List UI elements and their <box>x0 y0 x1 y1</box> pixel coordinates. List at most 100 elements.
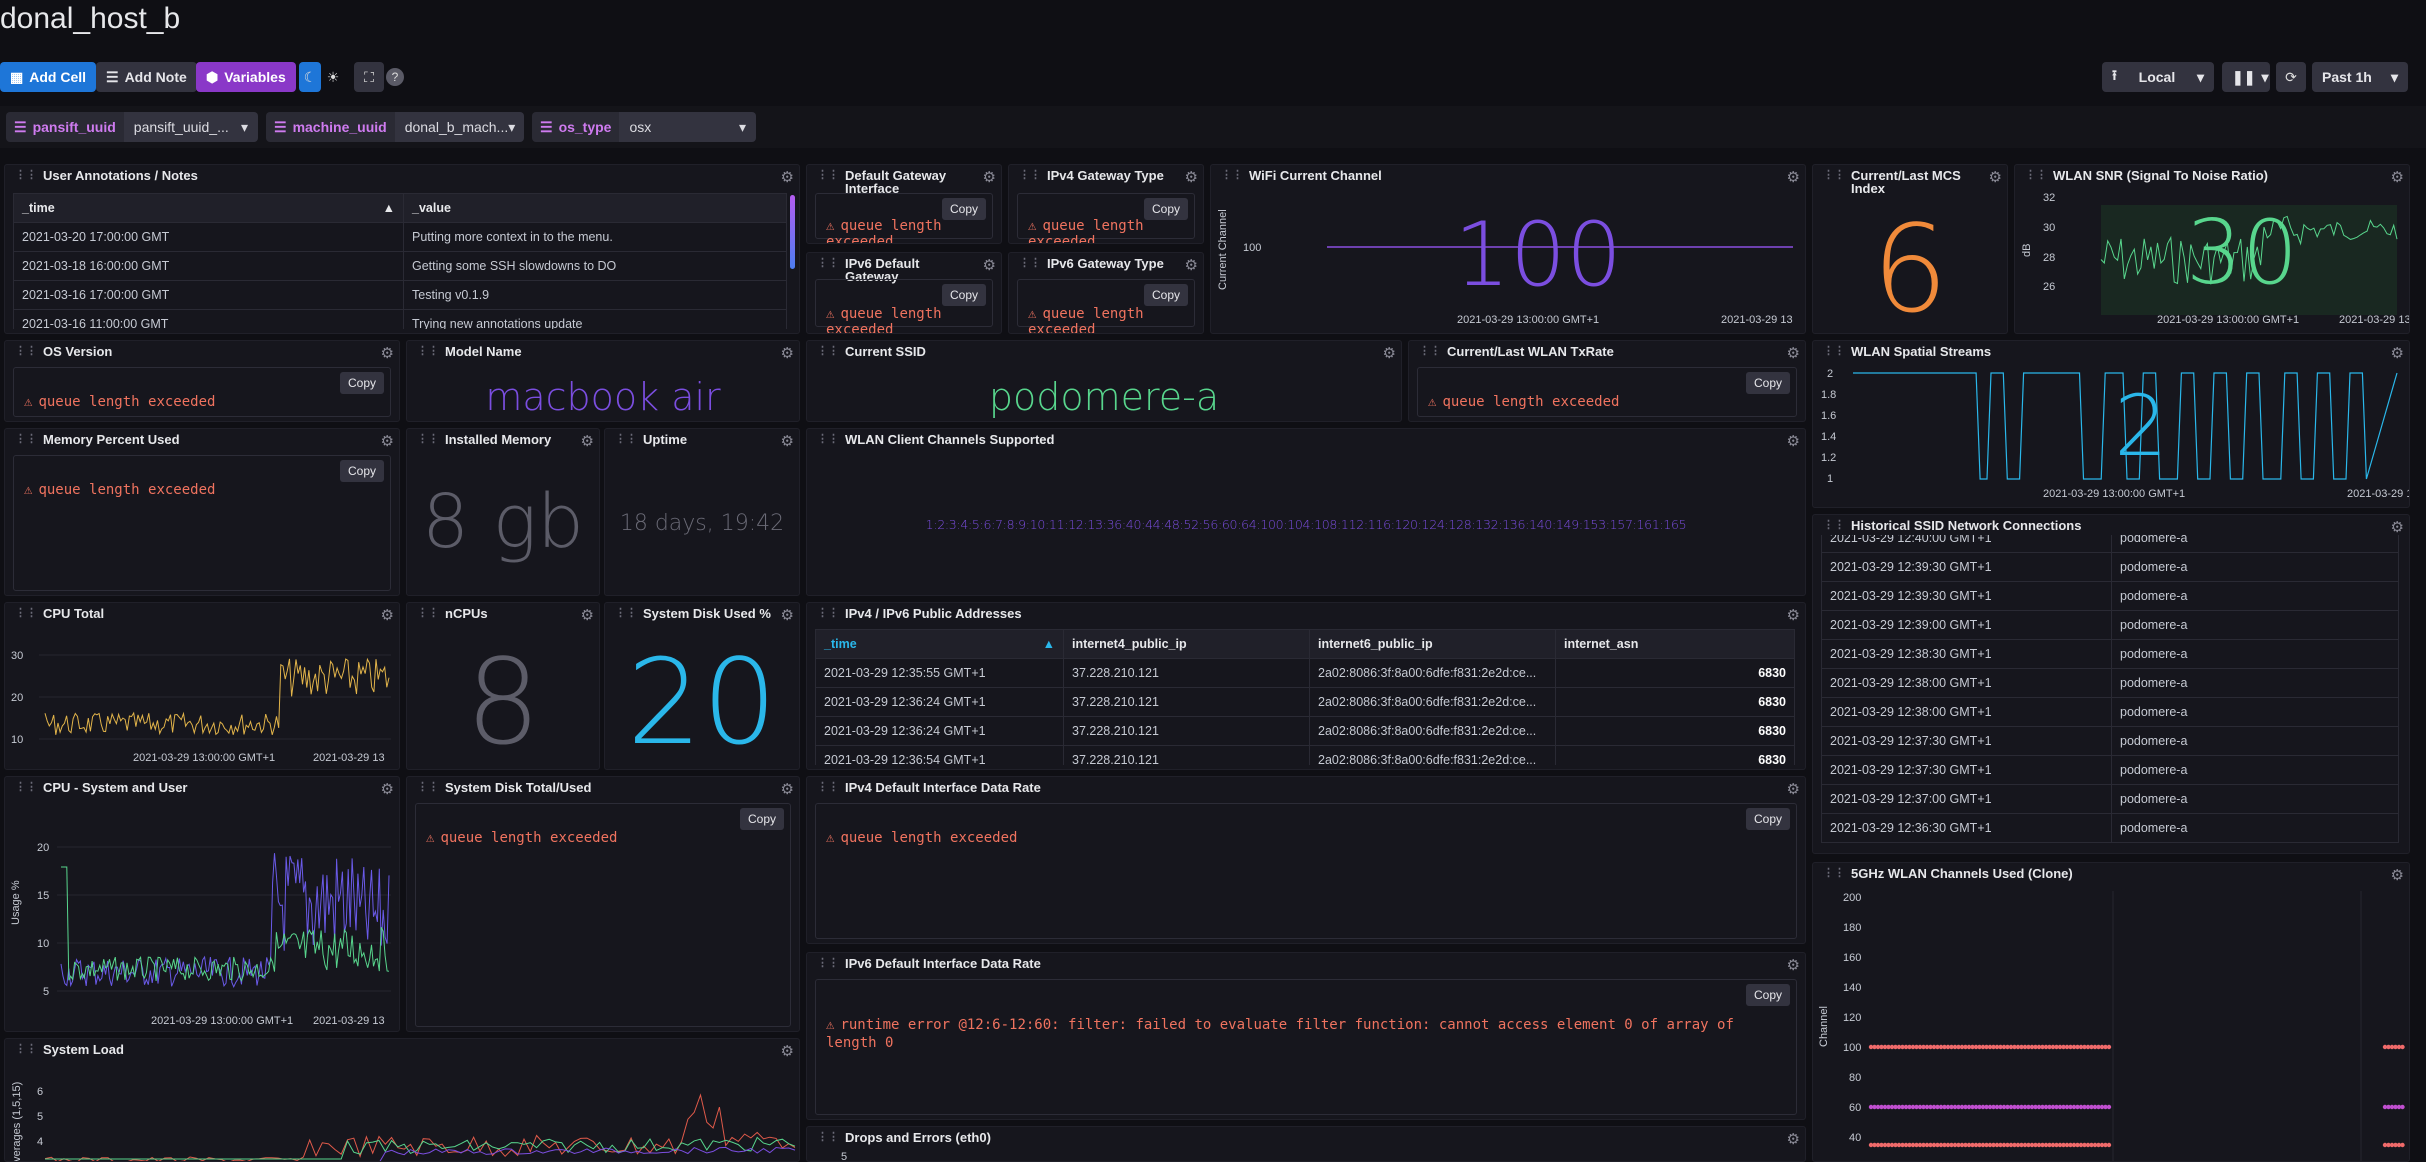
presentation-mode-button[interactable]: ⛶ <box>354 62 384 92</box>
public-addresses-table-wrapper[interactable]: _time ▲ internet4_public_ip internet6_pub… <box>815 629 1795 765</box>
gear-icon[interactable]: ⚙ <box>1787 956 1800 974</box>
gear-icon[interactable]: ⚙ <box>381 344 394 362</box>
table-cell: 2021-03-18 16:00:00 GMT <box>13 251 404 281</box>
warning-icon: ⚠ <box>24 482 33 498</box>
variable-value-dropdown[interactable]: pansift_uuid_... ▾ <box>123 112 258 142</box>
gear-icon[interactable]: ⚙ <box>1383 344 1396 362</box>
cell-wifi-current-channel: ⋮⋮ WiFi Current Channel ⚙ Current Channel… <box>1210 164 1806 334</box>
drag-handle-icon[interactable]: ⋮⋮ <box>417 781 439 794</box>
gear-icon[interactable]: ⚙ <box>983 168 996 186</box>
add-cell-button[interactable]: ▦ Add Cell <box>0 62 97 92</box>
gear-icon[interactable]: ⚙ <box>1185 168 1198 186</box>
gear-icon[interactable]: ⚙ <box>781 344 794 362</box>
column-header-time[interactable]: _time ▲ <box>13 193 404 223</box>
refresh-button[interactable]: ⟳ <box>2276 62 2306 92</box>
drag-handle-icon[interactable]: ⋮⋮ <box>817 607 839 620</box>
drag-handle-icon[interactable]: ⋮⋮ <box>817 169 839 195</box>
copy-button[interactable]: Copy <box>339 372 384 394</box>
column-header-time[interactable]: _time ▲ <box>815 629 1064 659</box>
variable-value: osx <box>629 119 652 135</box>
variable-pansift-uuid[interactable]: ☰ pansift_uuid pansift_uuid_... ▾ <box>6 112 258 142</box>
variable-machine-uuid[interactable]: ☰ machine_uuid donal_b_mach... ▾ <box>266 112 524 142</box>
copy-button[interactable]: Copy <box>739 808 784 830</box>
timezone-dropdown[interactable]: ⭱ Local ▾ <box>2102 62 2214 92</box>
copy-button[interactable]: Copy <box>339 460 384 482</box>
time-range-dropdown[interactable]: Past 1h ▾ <box>2312 62 2408 92</box>
gear-icon[interactable]: ⚙ <box>1185 256 1198 274</box>
dark-mode-toggle[interactable]: ☾ <box>299 62 321 92</box>
gear-icon[interactable]: ⚙ <box>1989 168 2002 186</box>
drag-handle-icon[interactable]: ⋮⋮ <box>817 345 839 358</box>
drag-handle-icon[interactable]: ⋮⋮ <box>1823 169 1845 195</box>
cell-default-gateway-interface: ⋮⋮ Default Gateway Interface ⚙ Copy ⚠ queue… <box>806 164 1002 244</box>
cell-title: Uptime <box>643 432 688 447</box>
table-scrollbar[interactable] <box>790 195 795 269</box>
drag-handle-icon[interactable]: ⋮⋮ <box>15 169 37 182</box>
copy-button[interactable]: Copy <box>1143 198 1188 220</box>
gear-icon[interactable]: ⚙ <box>1787 1130 1800 1148</box>
error-text: queue length exceeded <box>38 482 216 498</box>
variable-value-dropdown[interactable]: osx ▾ <box>619 112 756 142</box>
gear-icon[interactable]: ⚙ <box>781 606 794 624</box>
cell-wlan-txrate: ⋮⋮ Current/Last WLAN TxRate ⚙ Copy ⚠ queue … <box>1408 340 1806 422</box>
drag-handle-icon[interactable]: ⋮⋮ <box>817 957 839 970</box>
variables-button[interactable]: ⬢ Variables <box>196 62 296 92</box>
gear-icon[interactable]: ⚙ <box>983 256 996 274</box>
column-header-asn[interactable]: internet_asn <box>1555 629 1795 659</box>
copy-button[interactable]: Copy <box>941 198 986 220</box>
cell-ipv6-data-rate: ⋮⋮ IPv6 Default Interface Data Rate ⚙ Cop… <box>806 952 1806 1120</box>
gear-icon[interactable]: ⚙ <box>1787 432 1800 450</box>
gear-icon[interactable]: ⚙ <box>2391 518 2404 536</box>
variable-value-dropdown[interactable]: donal_b_mach... ▾ <box>394 112 524 142</box>
cell-ipv6-gateway-type: ⋮⋮ IPv6 Gateway Type ⚙ Copy ⚠ queue length … <box>1008 252 1204 334</box>
gear-icon[interactable]: ⚙ <box>1787 344 1800 362</box>
gear-icon[interactable]: ⚙ <box>781 168 794 186</box>
cell-header: ⋮⋮ Memory Percent Used <box>15 433 373 446</box>
cell-title: Drops and Errors (eth0) <box>845 1130 991 1145</box>
gear-icon[interactable]: ⚙ <box>581 606 594 624</box>
drag-handle-icon[interactable]: ⋮⋮ <box>1019 169 1041 182</box>
y-tick-label: 4 <box>37 1136 43 1148</box>
column-header-ipv6[interactable]: internet6_public_ip <box>1309 629 1556 659</box>
drag-handle-icon[interactable]: ⋮⋮ <box>1019 257 1041 270</box>
copy-button[interactable]: Copy <box>1745 984 1790 1006</box>
drag-handle-icon[interactable]: ⋮⋮ <box>15 433 37 446</box>
copy-button[interactable]: Copy <box>1745 372 1790 394</box>
pause-dropdown[interactable]: ❚❚ ▾ <box>2222 62 2270 92</box>
copy-button[interactable]: Copy <box>941 284 986 306</box>
y-tick-label: 160 <box>1843 952 1861 964</box>
ssid-history-table-wrapper[interactable]: 2021-03-29 12:40:00 GMT+1 podomere-a 2021-… <box>1821 535 2399 849</box>
gear-icon[interactable]: ⚙ <box>581 432 594 450</box>
gear-icon[interactable]: ⚙ <box>1787 780 1800 798</box>
table-cell: podomere-a <box>2111 535 2399 553</box>
variable-os-type[interactable]: ☰ os_type osx ▾ <box>532 112 756 142</box>
add-note-button[interactable]: ☰ Add Note <box>96 62 197 92</box>
help-button[interactable]: ? <box>386 68 404 86</box>
pause-icon: ❚❚ <box>2232 68 2256 85</box>
drag-handle-icon[interactable]: ⋮⋮ <box>817 433 839 446</box>
copy-button[interactable]: Copy <box>1745 808 1790 830</box>
copy-button[interactable]: Copy <box>1143 284 1188 306</box>
error-message: ⚠ queue length exceeded <box>24 482 215 498</box>
column-header-value[interactable]: _value <box>403 193 787 223</box>
column-header-ipv4[interactable]: internet4_public_ip <box>1063 629 1310 659</box>
drag-handle-icon[interactable]: ⋮⋮ <box>817 1131 839 1144</box>
gear-icon[interactable]: ⚙ <box>781 780 794 798</box>
table-cell: 2021-03-29 12:36:24 GMT+1 <box>815 716 1064 746</box>
drag-handle-icon[interactable]: ⋮⋮ <box>615 433 637 446</box>
drag-handle-icon[interactable]: ⋮⋮ <box>1823 519 1845 532</box>
table-row: 2021-03-29 12:38:00 GMT+1 podomere-a <box>1821 697 2399 727</box>
drag-handle-icon[interactable]: ⋮⋮ <box>417 345 439 358</box>
drag-handle-icon[interactable]: ⋮⋮ <box>1419 345 1441 358</box>
gear-icon[interactable]: ⚙ <box>381 432 394 450</box>
gear-icon[interactable]: ⚙ <box>781 432 794 450</box>
gear-icon[interactable]: ⚙ <box>1787 606 1800 624</box>
y-tick-label: 1.6 <box>1821 410 1836 422</box>
drag-handle-icon[interactable]: ⋮⋮ <box>817 781 839 794</box>
light-mode-toggle[interactable]: ☀ <box>322 62 344 92</box>
drag-handle-icon[interactable]: ⋮⋮ <box>615 607 637 620</box>
drag-handle-icon[interactable]: ⋮⋮ <box>15 345 37 358</box>
drag-handle-icon[interactable]: ⋮⋮ <box>417 433 439 446</box>
data-point <box>2400 1044 2405 1050</box>
drag-handle-icon[interactable]: ⋮⋮ <box>417 607 439 620</box>
